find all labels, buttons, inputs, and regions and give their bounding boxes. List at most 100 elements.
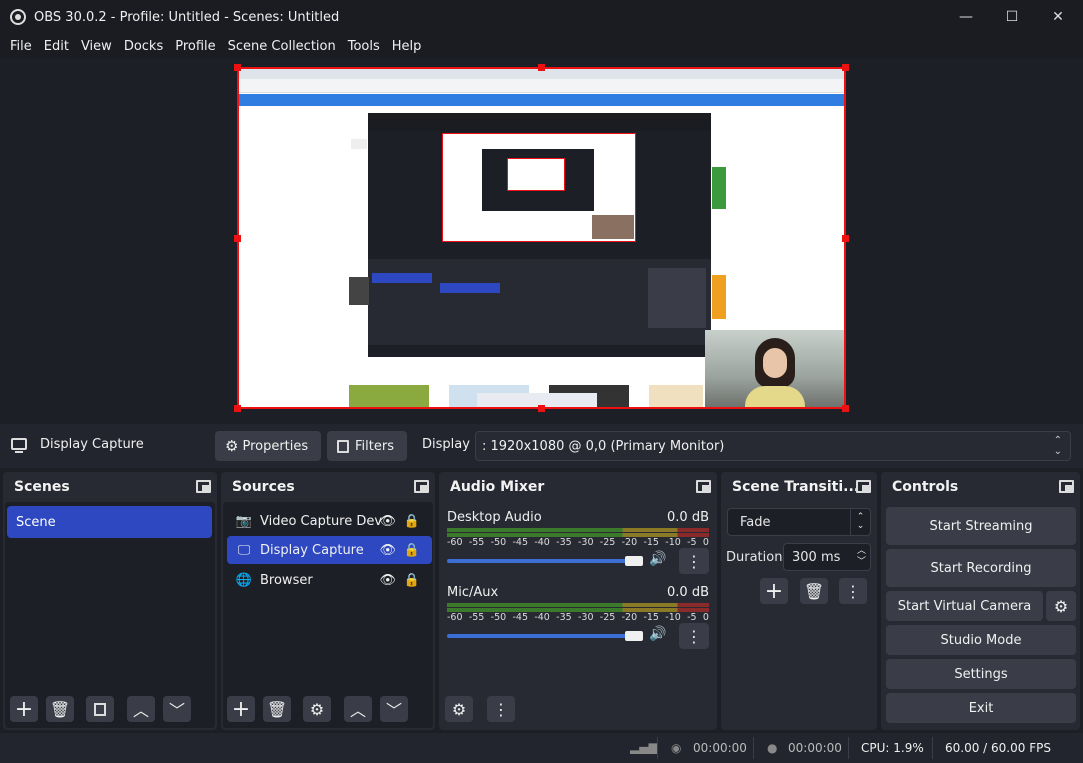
menu-docks[interactable]: Docks bbox=[118, 39, 169, 54]
remove-scene-button[interactable]: 🗑 bbox=[46, 696, 74, 722]
chevron-updown-icon: ⌃ ⌄ bbox=[1053, 435, 1062, 457]
volume-slider-handle[interactable] bbox=[625, 556, 643, 566]
resize-handle-top[interactable] bbox=[538, 64, 545, 71]
level-meter-mic bbox=[447, 603, 709, 607]
gear-icon: ⚙ bbox=[225, 437, 239, 455]
channel-name-desktop: Desktop Audio bbox=[447, 510, 542, 525]
audio-mixer-menu-button[interactable]: ⋮ bbox=[487, 696, 515, 722]
filters-button[interactable]: Filters bbox=[327, 431, 407, 461]
resize-handle-right[interactable] bbox=[842, 235, 849, 242]
studio-mode-button[interactable]: Studio Mode bbox=[886, 625, 1076, 655]
undock-icon[interactable] bbox=[856, 480, 871, 493]
sources-dock: Sources 📷 Video Capture Dev 👁 🔒 🖵 Displa… bbox=[221, 472, 435, 730]
volume-slider-desktop[interactable] bbox=[447, 559, 639, 563]
move-source-up-button[interactable]: ︿ bbox=[344, 696, 372, 722]
start-streaming-button[interactable]: Start Streaming bbox=[886, 507, 1076, 545]
move-source-down-button[interactable]: ﹀ bbox=[380, 696, 408, 722]
menu-help[interactable]: Help bbox=[386, 39, 428, 54]
scene-item[interactable]: Scene bbox=[7, 506, 212, 538]
visibility-eye-icon[interactable]: 👁 bbox=[379, 514, 396, 529]
meter-scale: -60 -55 -50 -45 -40 -35 -30 -25 -20 -15 -10 -5 0 bbox=[447, 612, 709, 623]
source-item-video-capture[interactable]: 📷 Video Capture Dev 👁 🔒 bbox=[227, 507, 432, 535]
duration-value: 300 ms bbox=[792, 549, 841, 565]
selection-outline[interactable] bbox=[237, 67, 846, 409]
virtual-camera-settings-button[interactable]: ⚙ bbox=[1046, 591, 1076, 621]
menu-view[interactable]: View bbox=[75, 39, 118, 54]
move-scene-up-button[interactable]: ︿ bbox=[127, 696, 155, 722]
audio-mixer-dock: Audio Mixer Desktop Audio 0.0 dB -60 -55-… bbox=[439, 472, 717, 730]
speaker-icon[interactable]: 🔊 bbox=[649, 551, 666, 567]
display-label: Display bbox=[422, 437, 470, 452]
close-button[interactable]: ✕ bbox=[1035, 0, 1081, 34]
gears-icon: ⚙ bbox=[451, 699, 467, 719]
scene-filters-button[interactable] bbox=[86, 696, 114, 722]
cpu-usage: CPU: 1.9% bbox=[861, 741, 924, 755]
lock-icon[interactable]: 🔒 bbox=[404, 573, 420, 588]
undock-icon[interactable] bbox=[1059, 480, 1074, 493]
speaker-icon[interactable]: 🔊 bbox=[649, 626, 666, 642]
monitor-icon: 🖵 bbox=[237, 542, 251, 558]
streaming-status-icon: ◉ bbox=[671, 741, 682, 755]
undock-icon[interactable] bbox=[414, 480, 429, 493]
resize-handle-bottom[interactable] bbox=[538, 405, 545, 412]
add-transition-button[interactable]: + bbox=[760, 578, 788, 604]
undock-icon[interactable] bbox=[196, 480, 211, 493]
resize-handle-top-left[interactable] bbox=[234, 64, 241, 71]
remove-transition-button[interactable]: 🗑 bbox=[800, 578, 828, 604]
menu-tools[interactable]: Tools bbox=[342, 39, 386, 54]
transition-properties-button[interactable]: ⋮ bbox=[839, 578, 867, 604]
duration-spinbox[interactable]: 300 ms ︿ ﹀ bbox=[783, 543, 871, 571]
channel-menu-button[interactable]: ⋮ bbox=[679, 623, 709, 649]
properties-button[interactable]: ⚙ Properties bbox=[215, 431, 321, 461]
undock-icon[interactable] bbox=[696, 480, 711, 493]
volume-slider-mic[interactable] bbox=[447, 634, 639, 638]
visibility-eye-icon[interactable]: 👁 bbox=[379, 543, 396, 558]
menu-profile[interactable]: Profile bbox=[169, 39, 221, 54]
display-select[interactable]: : 1920x1080 @ 0,0 (Primary Monitor) ⌃ ⌄ bbox=[475, 431, 1071, 461]
resize-handle-left[interactable] bbox=[234, 235, 241, 242]
source-item-display-capture[interactable]: 🖵 Display Capture 👁 🔒 bbox=[227, 536, 432, 564]
gear-icon: ⚙ bbox=[309, 699, 325, 719]
fps-counter: 60.00 / 60.00 FPS bbox=[945, 741, 1051, 755]
menu-edit[interactable]: Edit bbox=[38, 39, 75, 54]
gear-icon: ⚙ bbox=[1053, 596, 1069, 616]
start-recording-button[interactable]: Start Recording bbox=[886, 549, 1076, 587]
menu-file[interactable]: File bbox=[4, 39, 38, 54]
lock-icon[interactable]: 🔒 bbox=[404, 514, 420, 529]
move-scene-down-button[interactable]: ﹀ bbox=[163, 696, 191, 722]
minimize-button[interactable]: — bbox=[943, 0, 989, 34]
resize-handle-bottom-right[interactable] bbox=[842, 405, 849, 412]
plus-icon: + bbox=[14, 696, 34, 722]
exit-button[interactable]: Exit bbox=[886, 693, 1076, 723]
volume-slider-handle[interactable] bbox=[625, 631, 643, 641]
remove-source-button[interactable]: 🗑 bbox=[263, 696, 291, 722]
visibility-eye-icon[interactable]: 👁 bbox=[379, 573, 396, 588]
trash-icon: 🗑 bbox=[266, 699, 288, 719]
menu-scene-collection[interactable]: Scene Collection bbox=[222, 39, 342, 54]
plus-icon: + bbox=[231, 696, 251, 722]
settings-button[interactable]: Settings bbox=[886, 659, 1076, 689]
channel-name-mic: Mic/Aux bbox=[447, 585, 499, 600]
maximize-button[interactable]: ☐ bbox=[989, 0, 1035, 34]
transitions-body: Fade ⌃ ⌄ Duration 300 ms ︿ ﹀ bbox=[723, 502, 875, 728]
lock-icon[interactable]: 🔒 bbox=[404, 543, 420, 558]
display-select-value: : 1920x1080 @ 0,0 (Primary Monitor) bbox=[482, 438, 725, 454]
scenes-list: Scene bbox=[5, 502, 215, 728]
resize-handle-top-right[interactable] bbox=[842, 64, 849, 71]
add-source-button[interactable]: + bbox=[227, 696, 255, 722]
transition-type-select[interactable]: Fade ⌃ ⌄ bbox=[727, 508, 871, 536]
channel-db-desktop: 0.0 dB bbox=[667, 510, 709, 525]
selected-source-name: Display Capture bbox=[40, 437, 144, 452]
resize-handle-bottom-left[interactable] bbox=[234, 405, 241, 412]
source-properties-button[interactable]: ⚙ bbox=[303, 696, 331, 722]
trash-icon: 🗑 bbox=[49, 699, 71, 719]
spin-arrows-icon[interactable]: ︿ ﹀ bbox=[857, 546, 866, 568]
filters-icon bbox=[94, 702, 106, 716]
start-virtual-camera-button[interactable]: Start Virtual Camera bbox=[886, 591, 1043, 621]
duration-label: Duration bbox=[726, 550, 783, 565]
source-item-browser[interactable]: 🌐 Browser 👁 🔒 bbox=[227, 566, 432, 594]
channel-menu-button[interactable]: ⋮ bbox=[679, 548, 709, 574]
audio-advanced-settings-button[interactable]: ⚙ bbox=[445, 696, 473, 722]
add-scene-button[interactable]: + bbox=[10, 696, 38, 722]
monitor-icon bbox=[11, 438, 27, 450]
